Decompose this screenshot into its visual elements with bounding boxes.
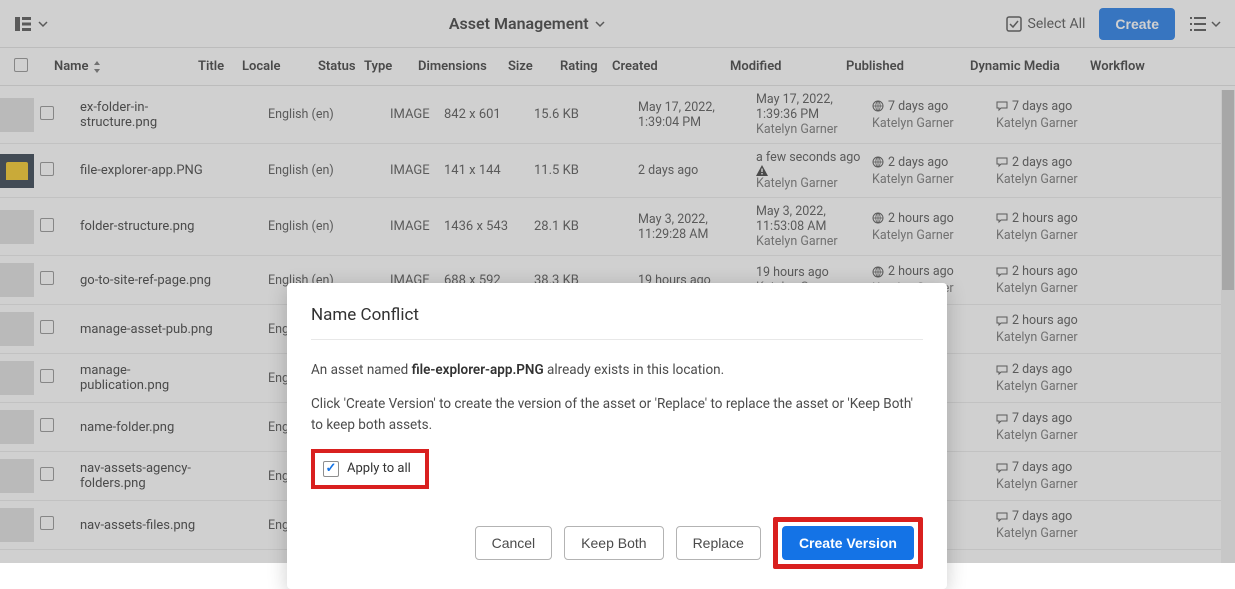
dialog-message-1: An asset named file-explorer-app.PNG alr… — [311, 360, 923, 380]
create-version-button[interactable]: Create Version — [782, 526, 914, 560]
apply-to-all-highlight: Apply to all — [311, 449, 429, 489]
dialog-title: Name Conflict — [311, 305, 923, 325]
dialog-message-2: Click 'Create Version' to create the ver… — [311, 394, 923, 435]
cancel-button[interactable]: Cancel — [475, 526, 553, 560]
name-conflict-dialog: Name Conflict An asset named file-explor… — [287, 283, 947, 589]
apply-to-all-checkbox[interactable] — [323, 461, 339, 477]
create-version-highlight: Create Version — [773, 517, 923, 569]
keep-both-button[interactable]: Keep Both — [564, 526, 663, 560]
apply-to-all-label: Apply to all — [347, 461, 411, 476]
replace-button[interactable]: Replace — [676, 526, 761, 560]
